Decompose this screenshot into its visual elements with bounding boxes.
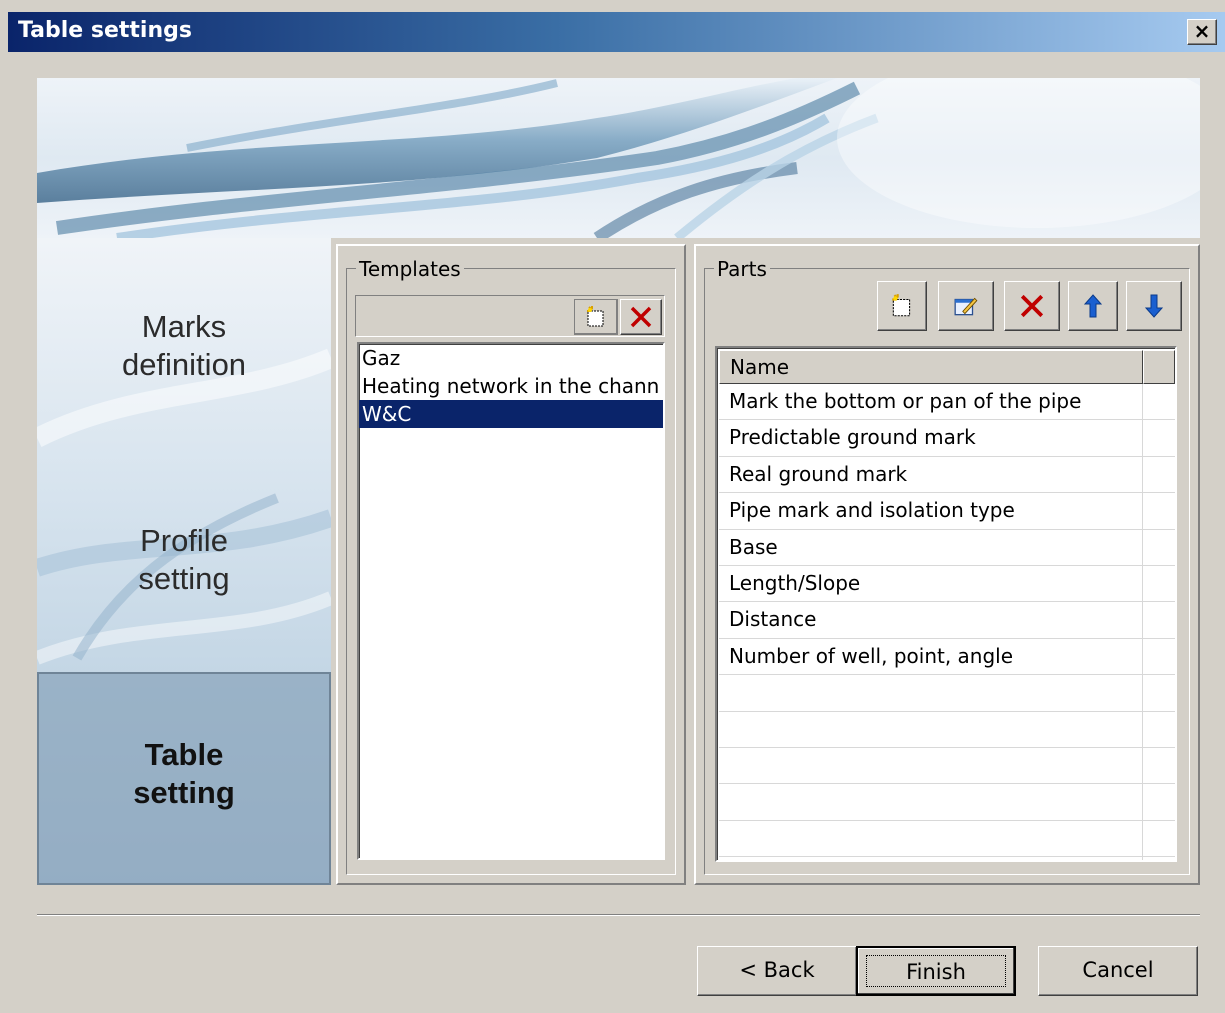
table-cell-extra[interactable] [1143,457,1175,492]
table-cell-name[interactable]: Base [719,529,1143,565]
table-cell-extra[interactable] [1143,420,1175,455]
nav-item-label: Profile [140,523,228,558]
templates-toolbar [355,295,665,337]
table-cell-name[interactable]: Distance [719,602,1143,638]
table-cell-extra[interactable] [1143,857,1175,860]
table-row[interactable]: Distance [719,602,1175,639]
delete-icon [1020,294,1044,318]
parts-table[interactable]: Name Mark the bottom or pan of the pipe P… [715,346,1177,862]
table-cell-extra[interactable] [1143,784,1175,819]
table-row[interactable] [719,820,1175,858]
nav-item-marks-definition[interactable]: Marks definition [37,308,331,384]
new-template-button[interactable] [574,299,618,335]
table-row[interactable]: Real ground mark [719,456,1175,494]
header-banner-image [37,78,1200,238]
table-cell-extra[interactable] [1143,639,1175,674]
table-row[interactable] [719,857,1175,860]
templates-list[interactable]: Gaz Heating network in the chann W&C [357,342,665,860]
table-cell-extra[interactable] [1143,821,1175,856]
table-row[interactable]: Pipe mark and isolation type [719,493,1175,530]
table-cell-name[interactable] [719,747,1143,784]
close-button[interactable]: × [1187,19,1217,45]
list-item-selected[interactable]: W&C [359,400,663,428]
table-row[interactable]: Length/Slope [719,565,1175,603]
table-body: Mark the bottom or pan of the pipe Predic… [719,384,1175,860]
window-title: Table settings [18,18,192,43]
table-cell-extra[interactable] [1143,384,1175,419]
table-cell-name[interactable] [719,820,1143,857]
move-down-button[interactable] [1126,281,1182,331]
templates-legend: Templates [356,257,464,281]
title-bar: Table settings × [8,12,1225,52]
wizard-steps-nav: Marks definition Profile setting Table s… [37,238,331,885]
parts-legend: Parts [714,257,770,281]
table-cell-extra[interactable] [1143,712,1175,747]
new-document-icon [892,294,911,317]
table-cell-name[interactable] [719,711,1143,747]
new-document-icon [587,306,604,327]
finish-button-label: Finish [866,955,1006,987]
table-cell-extra[interactable] [1143,493,1175,528]
table-header: Name [719,350,1175,384]
table-cell-name[interactable] [719,675,1143,711]
table-cell-name[interactable]: Pipe mark and isolation type [719,493,1143,529]
move-up-button[interactable] [1068,281,1118,331]
back-button[interactable]: < Back [697,946,857,996]
table-cell-extra[interactable] [1143,566,1175,601]
nav-item-label: Marks [141,309,227,344]
divider [37,914,1200,916]
edit-part-button[interactable] [938,281,994,331]
table-cell-name[interactable]: Number of well, point, angle [719,638,1143,675]
table-cell-name[interactable]: Mark the bottom or pan of the pipe [719,384,1143,420]
delete-part-button[interactable] [1004,281,1060,331]
table-row[interactable] [719,675,1175,712]
table-cell-extra[interactable] [1143,748,1175,783]
list-item[interactable]: Gaz [359,344,663,372]
table-cell-name[interactable] [719,784,1143,820]
table-row[interactable]: Base [719,529,1175,566]
nav-item-label: definition [121,347,247,382]
table-cell-name[interactable]: Real ground mark [719,456,1143,493]
nav-item-label: setting [138,561,230,596]
close-icon: × [1193,19,1211,43]
table-cell-name[interactable] [719,857,1143,860]
table-row[interactable]: Number of well, point, angle [719,638,1175,676]
nav-item-table-setting[interactable]: Table setting [37,672,331,885]
nav-item-label: setting [133,775,235,810]
edit-icon [954,297,978,316]
table-cell-name[interactable]: Predictable ground mark [719,420,1143,456]
new-part-button[interactable] [877,281,927,331]
table-row[interactable] [719,711,1175,748]
cancel-button[interactable]: Cancel [1038,946,1198,996]
table-cell-extra[interactable] [1143,530,1175,565]
table-row[interactable] [719,784,1175,821]
delete-icon [630,306,652,328]
arrow-down-icon [1144,294,1164,318]
delete-template-button[interactable] [620,299,662,335]
list-item[interactable]: Heating network in the chann [359,372,663,400]
column-header-name[interactable]: Name [719,350,1143,384]
table-cell-name[interactable]: Length/Slope [719,565,1143,602]
nav-item-label: Table [144,737,224,772]
nav-item-profile-setting[interactable]: Profile setting [37,522,331,598]
table-row[interactable]: Predictable ground mark [719,420,1175,457]
table-cell-extra[interactable] [1143,675,1175,710]
table-row[interactable] [719,747,1175,785]
finish-button[interactable]: Finish [856,946,1016,996]
column-header-extra[interactable] [1143,350,1175,384]
table-cell-extra[interactable] [1143,602,1175,637]
table-row[interactable]: Mark the bottom or pan of the pipe [719,384,1175,421]
arrow-up-icon [1083,294,1103,318]
